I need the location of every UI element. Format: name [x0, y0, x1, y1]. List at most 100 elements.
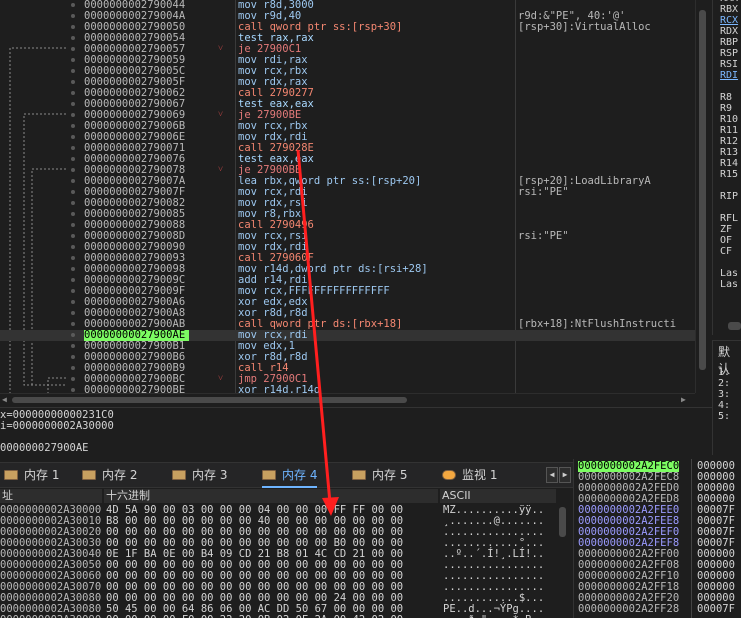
breakpoint-dot[interactable]	[71, 212, 75, 216]
instruction-comment: rsi:"PE"	[518, 230, 569, 242]
register-name[interactable]: R10	[720, 114, 738, 125]
breakpoint-dot[interactable]	[71, 388, 75, 392]
breakpoint-dot[interactable]	[71, 25, 75, 29]
breakpoint-dot[interactable]	[71, 223, 75, 227]
breakpoint-dot[interactable]	[71, 124, 75, 128]
breakpoint-dot[interactable]	[71, 36, 75, 40]
tab-next-icon[interactable]: ▶	[559, 467, 571, 483]
call-arg-row: 3:	[718, 389, 731, 400]
disassembly-horizontal-scrollbar[interactable]: ◀ ▶	[0, 393, 695, 405]
instruction-text: xor r14d,r14d	[238, 384, 321, 394]
breakpoint-dot[interactable]	[71, 344, 75, 348]
tab-prev-icon[interactable]: ◀	[546, 467, 558, 483]
disasm-row[interactable]: 00000000027900BE xor r14d,r14d	[0, 385, 695, 393]
register-name[interactable]: R11	[720, 125, 738, 136]
scroll-thumb[interactable]	[699, 10, 706, 370]
breakpoint-dot[interactable]	[71, 278, 75, 282]
breakpoint-dot[interactable]	[71, 157, 75, 161]
register-name[interactable]: RDX	[720, 26, 738, 37]
stack-view[interactable]: 0000000002A2FEC0 000000 0000000002A2FEC8 00…	[573, 459, 741, 618]
breakpoint-dot[interactable]	[71, 168, 75, 172]
breakpoint-dot[interactable]	[71, 355, 75, 359]
register-name[interactable]: RCX	[720, 15, 738, 26]
stack-value: 00007F	[697, 603, 735, 615]
dump-tabs[interactable]: 内存 1 内存 2 内存 3 内存 4 内存 5 监视 1 ◀ ▶	[0, 462, 573, 488]
register-name[interactable]: R14	[720, 158, 738, 169]
memory-icon	[82, 470, 96, 480]
scroll-thumb[interactable]	[559, 507, 566, 537]
scroll-thumb[interactable]	[12, 397, 407, 403]
breakpoint-dot[interactable]	[71, 3, 75, 7]
breakpoint-dot[interactable]	[71, 377, 75, 381]
register-name[interactable]: CF	[720, 246, 732, 257]
column-header-hex[interactable]: 十六进制	[104, 489, 438, 503]
scroll-left-icon[interactable]: ◀	[2, 395, 7, 404]
breakpoint-dot[interactable]	[71, 47, 75, 51]
breakpoint-dot[interactable]	[71, 91, 75, 95]
tab-label: 内存 5	[372, 468, 408, 482]
watch-icon	[442, 470, 456, 480]
scroll-right-icon[interactable]: ▶	[681, 395, 686, 404]
register-name[interactable]: RBP	[720, 37, 738, 48]
memory-dump[interactable]: 址 十六进制 ASCII 0000000002A30000 4D 5A 90 00…	[0, 489, 571, 618]
register-name[interactable]: RIP	[720, 191, 738, 202]
disassembly-view[interactable]: 0000000002790044 mov r8d,3000 000000000279…	[0, 0, 695, 393]
tab-label: 内存 3	[192, 468, 228, 482]
tab-4[interactable]: 内存 4	[262, 463, 318, 488]
tab-2[interactable]: 内存 2	[82, 463, 137, 488]
breakpoint-dot[interactable]	[71, 113, 75, 117]
breakpoint-dot[interactable]	[71, 300, 75, 304]
breakpoint-dot[interactable]	[71, 201, 75, 205]
register-name[interactable]: R8	[720, 92, 732, 103]
register-name[interactable]: R12	[720, 136, 738, 147]
tab-1[interactable]: 内存 1	[4, 463, 59, 488]
breakpoint-dot[interactable]	[71, 322, 75, 326]
breakpoint-dot[interactable]	[71, 311, 75, 315]
breakpoint-dot[interactable]	[71, 256, 75, 260]
disassembly-vertical-scrollbar[interactable]	[695, 0, 709, 393]
column-header-ascii[interactable]: ASCII	[440, 489, 556, 503]
breakpoint-dot[interactable]	[71, 179, 75, 183]
breakpoint-dot[interactable]	[71, 14, 75, 18]
breakpoint-dot[interactable]	[71, 146, 75, 150]
breakpoint-dot[interactable]	[71, 69, 75, 73]
breakpoint-dot[interactable]	[71, 234, 75, 238]
register-name[interactable]: OF	[720, 235, 732, 246]
instruction-comment: [rsp+30]:VirtualAlloc	[518, 21, 651, 33]
breakpoint-dot[interactable]	[71, 289, 75, 293]
jump-marker-icon: ˅	[218, 374, 224, 384]
breakpoint-dot[interactable]	[71, 102, 75, 106]
breakpoint-dot[interactable]	[71, 333, 75, 337]
scroll-thumb[interactable]	[728, 322, 741, 330]
register-name[interactable]: Las	[720, 279, 738, 290]
register-name[interactable]: R15	[720, 169, 738, 180]
registers-scrollbar[interactable]	[712, 320, 741, 332]
jump-marker-icon: ˅	[218, 165, 224, 175]
memory-icon	[4, 470, 18, 480]
breakpoint-dot[interactable]	[71, 190, 75, 194]
dump-vertical-scrollbar[interactable]	[556, 503, 570, 618]
breakpoint-dot[interactable]	[71, 80, 75, 84]
register-name[interactable]: Las	[720, 268, 738, 279]
register-name[interactable]: RSP	[720, 48, 738, 59]
register-name[interactable]: RSI	[720, 59, 738, 70]
tab-5[interactable]: 内存 5	[352, 463, 407, 488]
breakpoint-dot[interactable]	[71, 135, 75, 139]
column-header-address[interactable]: 址	[0, 489, 102, 503]
instruction-comment: [rbx+18]:NtFlushInstructi	[518, 318, 677, 330]
breakpoint-dot[interactable]	[71, 267, 75, 271]
breakpoint-dot[interactable]	[71, 366, 75, 370]
tab-6[interactable]: 监视 1	[442, 463, 497, 488]
register-name[interactable]: R9	[720, 103, 732, 114]
call-convention-panel[interactable]: 默认 1: 2: 3: 4: 5:	[712, 340, 741, 455]
register-name[interactable]: RBX	[720, 4, 738, 15]
stack-row[interactable]: 0000000002A2FF28 00007F	[574, 604, 741, 615]
register-name[interactable]: ZF	[720, 224, 732, 235]
breakpoint-dot[interactable]	[71, 58, 75, 62]
register-name[interactable]: RDI	[720, 70, 738, 81]
breakpoint-dot[interactable]	[71, 245, 75, 249]
register-name[interactable]: R13	[720, 147, 738, 158]
registers-panel[interactable]: RAXRBXRCXRDXRBPRSPRSIRDIR8R9R10R11R12R13…	[712, 0, 741, 335]
register-name[interactable]: RFL	[720, 213, 738, 224]
tab-3[interactable]: 内存 3	[172, 463, 227, 488]
